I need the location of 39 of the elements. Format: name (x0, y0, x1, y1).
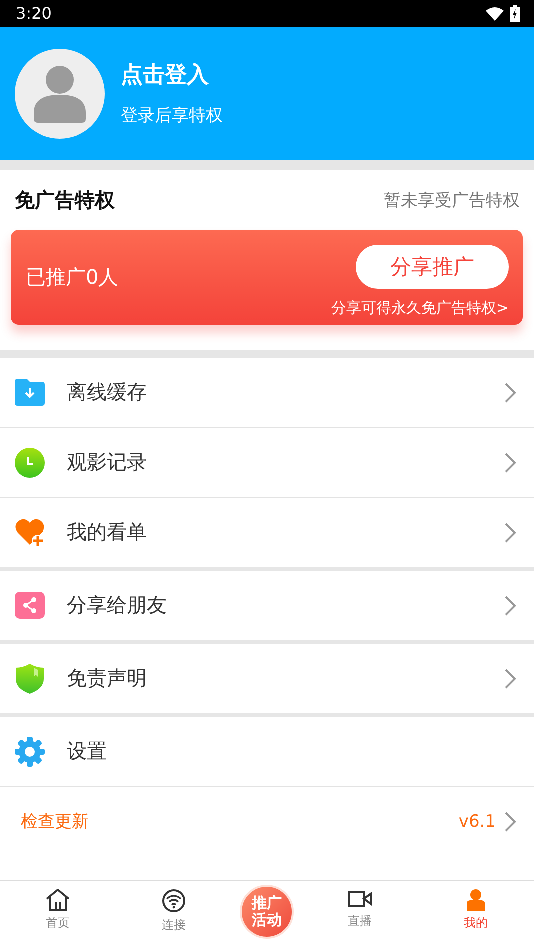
chevron-right-icon (504, 522, 516, 544)
menu-item[interactable]: 设置 (67, 738, 516, 765)
section-title: 免广告特权 (15, 186, 115, 214)
heart-plus-icon (15, 518, 45, 548)
chevron-right-icon (504, 594, 516, 616)
promoted-count: 已推广0人 (26, 264, 119, 291)
share-icon (15, 592, 45, 619)
menu-item[interactable]: 我的看单 (67, 519, 504, 546)
menu-item[interactable]: 分享给朋友 (67, 592, 504, 619)
shield-icon (15, 664, 45, 694)
person-icon (466, 889, 486, 911)
chevron-right-icon (504, 452, 516, 474)
avatar-icon[interactable] (15, 48, 105, 138)
share-promote-button[interactable]: 分享推广 (356, 245, 509, 289)
nav-tab[interactable]: 直播 (310, 881, 410, 950)
home-icon (46, 889, 70, 911)
menu-item[interactable]: 观影记录 (67, 449, 504, 476)
menu-item[interactable]: 离线缓存 (67, 379, 504, 406)
folder-icon (15, 379, 45, 406)
login-subtitle: 登录后享特权 (121, 105, 223, 127)
version-label: v6.1 (458, 812, 496, 832)
nav-tab[interactable]: 我的 (426, 881, 526, 950)
nav-tab[interactable]: 首页 (8, 881, 108, 950)
chevron-right-icon (504, 382, 516, 404)
video-camera-icon (348, 889, 372, 909)
login-title[interactable]: 点击登入 (121, 60, 223, 90)
nav-tab[interactable]: 连接 (124, 881, 224, 950)
privilege-status: 暂未享受广告特权 (384, 190, 520, 212)
clock-icon (15, 448, 45, 478)
chevron-right-icon (504, 668, 516, 690)
chevron-right-icon (504, 810, 516, 832)
status-time: 3:20 (16, 4, 52, 23)
promo-activity-button[interactable]: 推广活动 (240, 885, 294, 939)
check-update-link[interactable]: 检查更新 (15, 810, 459, 833)
wifi-icon (486, 6, 504, 20)
menu-item[interactable]: 免责声明 (67, 665, 504, 692)
wifi-circle-icon (162, 889, 186, 913)
promo-hint-link[interactable]: 分享可得永久免广告特权> (331, 299, 509, 318)
battery-icon (510, 5, 520, 22)
